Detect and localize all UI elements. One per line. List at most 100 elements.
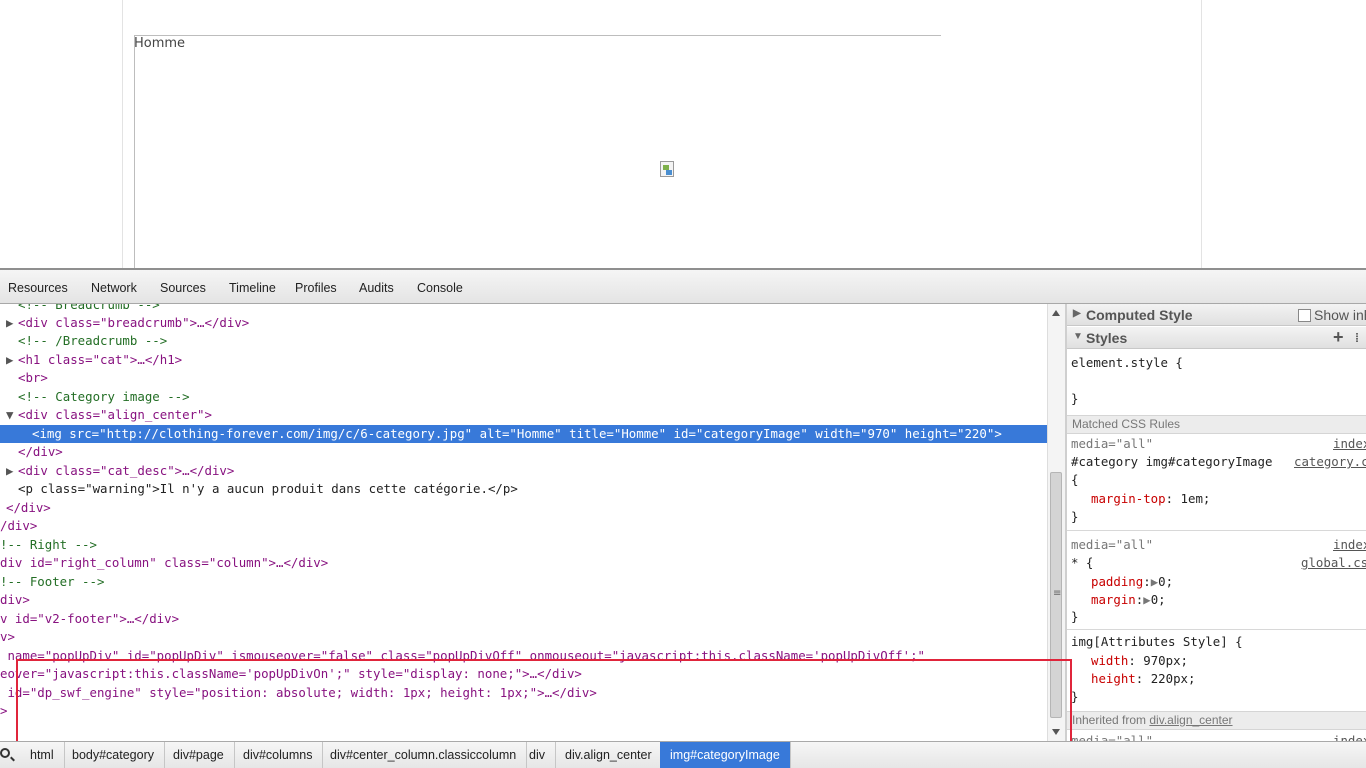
- rule-source-text[interactable]: category.c: [1294, 454, 1366, 469]
- dom-line-comment-breadcrumb[interactable]: <!-- Breadcrumb -->: [18, 304, 160, 314]
- css-property-value[interactable]: 970px;: [1143, 653, 1188, 668]
- dom-line-text: <div class="cat_desc">…</div>: [18, 463, 235, 478]
- dom-line-div-swf-engine[interactable]: id="dp_swf_engine" style="position: abso…: [0, 684, 596, 702]
- rule-source-text[interactable]: index: [1333, 436, 1366, 451]
- breadcrumb-div-align-center[interactable]: div.align_center: [555, 742, 663, 768]
- breadcrumb-div-center-column[interactable]: div#center_column.classiccolumn: [320, 742, 528, 768]
- breadcrumb-div-page[interactable]: div#page: [163, 742, 235, 768]
- inspect-search-icon[interactable]: [0, 748, 10, 758]
- dom-line-text: <!-- /Breadcrumb -->: [18, 333, 168, 348]
- dom-tree-scrollbar[interactable]: [1047, 304, 1065, 741]
- css-declaration[interactable]: height: 220px;: [1091, 670, 1195, 688]
- expand-shorthand-icon[interactable]: ▶: [1143, 592, 1150, 607]
- scroll-up-arrow-icon[interactable]: [1052, 310, 1060, 316]
- dom-line-close[interactable]: >: [0, 702, 7, 720]
- breadcrumb-div[interactable]: div: [519, 742, 556, 768]
- rule-source-text[interactable]: index: [1333, 537, 1366, 552]
- rule-source-link[interactable]: index: [1333, 435, 1366, 453]
- css-property-value[interactable]: 220px;: [1151, 671, 1196, 686]
- dom-line-div-right-column[interactable]: div id="right_column" class="column">…</…: [0, 554, 328, 572]
- styles-header[interactable]: ▼ Styles + ⁞: [1067, 327, 1366, 349]
- css-declaration[interactable]: margin:▶0;: [1091, 591, 1166, 609]
- dom-line-div-breadcrumb[interactable]: ▶ <div class="breadcrumb">…</div>: [6, 314, 249, 332]
- rule-source-link[interactable]: global.cs: [1301, 554, 1366, 572]
- css-property-name[interactable]: height: [1091, 671, 1136, 686]
- css-property-name[interactable]: padding: [1091, 574, 1143, 589]
- breadcrumb-div-columns[interactable]: div#columns: [233, 742, 324, 768]
- css-property-name[interactable]: width: [1091, 653, 1128, 668]
- css-property-name[interactable]: margin: [1091, 592, 1136, 607]
- dom-line-div-cat-desc[interactable]: ▶ <div class="cat_desc">…</div>: [6, 462, 234, 480]
- expand-triangle-icon[interactable]: ▶: [6, 314, 18, 332]
- dom-line-text: /div>: [0, 518, 38, 533]
- dom-line-div-close-3[interactable]: /div>: [0, 517, 37, 535]
- scroll-down-arrow-icon[interactable]: [1052, 729, 1060, 735]
- dom-line-h1-cat[interactable]: ▶ <h1 class="cat">…</h1>: [6, 351, 182, 369]
- rule-media: media="all": [1071, 435, 1153, 453]
- devtools-panel: Resources Network Sources Timeline Profi…: [0, 268, 1366, 768]
- rule-media-text: media="all": [1071, 436, 1154, 451]
- css-declaration[interactable]: width: 970px;: [1091, 652, 1188, 670]
- tab-audits[interactable]: Audits: [359, 281, 394, 295]
- dom-line-img-category-selected[interactable]: <img src="http://clothing-forever.com/im…: [0, 425, 1047, 443]
- column-border-left: [122, 0, 123, 268]
- inherited-from-header: Inherited from div.align_center: [1067, 711, 1366, 730]
- splitter-grip-icon[interactable]: ≡: [1053, 588, 1061, 599]
- dom-line-comment-category-image[interactable]: <!-- Category image -->: [18, 388, 190, 406]
- dom-line-comment-right[interactable]: !-- Right -->: [0, 536, 97, 554]
- dom-line-div-popup[interactable]: name="popUpDiv" id="popUpDiv" ismouseove…: [0, 647, 925, 665]
- rule-selector[interactable]: #category img#categoryImage: [1071, 453, 1272, 471]
- dom-line-div-align-center[interactable]: ▼ <div class="align_center">: [6, 406, 212, 424]
- css-property-value[interactable]: 0;: [1158, 574, 1173, 589]
- dom-line-p-warning[interactable]: <p class="warning">Il n'y a aucun produi…: [18, 480, 518, 498]
- css-declaration[interactable]: margin-top: 1em;: [1091, 490, 1210, 508]
- dom-line-div-close-4[interactable]: div>: [0, 591, 30, 609]
- inherited-from-link[interactable]: div.align_center: [1149, 713, 1232, 727]
- rule-selector[interactable]: img[Attributes Style] {: [1071, 633, 1243, 651]
- dom-line-comment-breadcrumb-end[interactable]: <!-- /Breadcrumb -->: [18, 332, 167, 350]
- dom-line-div-close[interactable]: </div>: [18, 443, 63, 461]
- tab-network[interactable]: Network: [91, 281, 137, 295]
- rule-source-link[interactable]: category.c: [1294, 453, 1366, 471]
- category-image-alt-text: Homme: [134, 36, 186, 51]
- tab-sources[interactable]: Sources: [160, 281, 206, 295]
- tab-profiles[interactable]: Profiles: [295, 281, 337, 295]
- dom-line-comment-footer[interactable]: !-- Footer -->: [0, 573, 104, 591]
- css-property-value[interactable]: 0;: [1151, 592, 1166, 607]
- rule-source-text[interactable]: index: [1333, 733, 1366, 741]
- css-declaration[interactable]: padding:▶0;: [1091, 573, 1173, 591]
- collapse-triangle-icon[interactable]: ▼: [1073, 331, 1085, 342]
- expand-triangle-icon[interactable]: ▶: [1073, 308, 1085, 319]
- element-style-selector[interactable]: element.style {: [1071, 354, 1183, 372]
- computed-style-header[interactable]: ▶ Computed Style Show inh: [1067, 304, 1366, 326]
- dom-line-text: !-- Footer -->: [0, 574, 105, 589]
- devtools-tab-bar: Resources Network Sources Timeline Profi…: [0, 268, 1366, 304]
- dom-line-div-popup-cont[interactable]: eover="javascript:this.className='popUpD…: [0, 665, 582, 683]
- dom-line-div-close-2[interactable]: </div>: [6, 499, 51, 517]
- rule-selector[interactable]: * {: [1071, 554, 1093, 572]
- rule-media-text: media="all": [1071, 537, 1154, 552]
- add-rule-icon[interactable]: +: [1333, 327, 1344, 348]
- css-property-name[interactable]: margin-top: [1091, 491, 1166, 506]
- rule-source-link[interactable]: index: [1333, 732, 1366, 741]
- styles-label: Styles: [1086, 330, 1128, 346]
- breadcrumb-body-category[interactable]: body#category: [62, 742, 166, 768]
- tab-resources[interactable]: Resources: [8, 281, 68, 295]
- rule-source-link[interactable]: index: [1333, 536, 1366, 554]
- rule-source-text[interactable]: global.cs: [1301, 555, 1366, 570]
- dom-line-div-close-5[interactable]: v>: [0, 628, 15, 646]
- expand-triangle-icon[interactable]: ▶: [6, 351, 18, 369]
- breadcrumb-html[interactable]: html: [20, 742, 65, 768]
- show-inherited-checkbox[interactable]: [1298, 309, 1311, 322]
- collapse-triangle-icon[interactable]: ▼: [6, 406, 18, 424]
- tab-console[interactable]: Console: [417, 281, 463, 295]
- dom-line-text: </div>: [18, 444, 63, 459]
- dom-line-div-v2-footer[interactable]: v id="v2-footer">…</div>: [0, 610, 179, 628]
- tab-timeline[interactable]: Timeline: [229, 281, 276, 295]
- breadcrumb-img-category-image[interactable]: img#categoryImage: [660, 742, 791, 768]
- toggle-element-state-icon[interactable]: ⁞: [1355, 331, 1359, 345]
- css-property-value[interactable]: 1em;: [1181, 491, 1211, 506]
- dom-line-br[interactable]: <br>: [18, 369, 48, 387]
- expand-triangle-icon[interactable]: ▶: [6, 462, 18, 480]
- rule-media: media="all": [1071, 732, 1153, 741]
